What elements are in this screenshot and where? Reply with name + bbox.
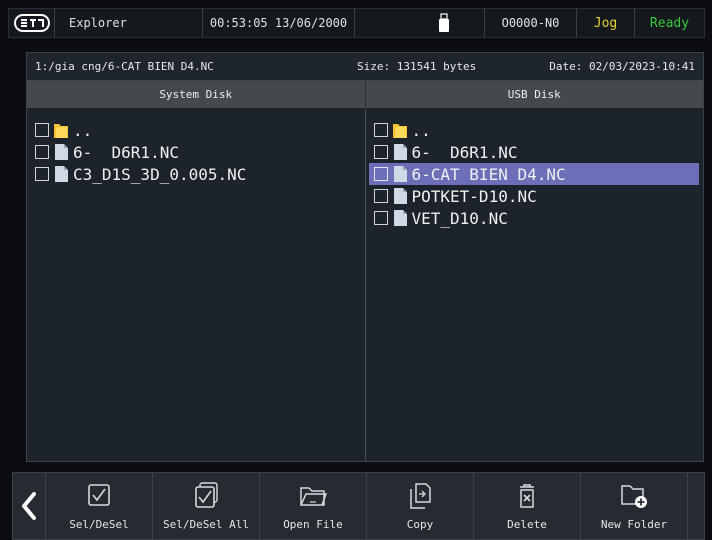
usb-file-row[interactable]: 6- D6R1.NC — [366, 141, 704, 163]
folder-icon — [53, 121, 69, 139]
file-size: Size: 131541 bytes — [357, 60, 477, 73]
file-name: 6-CAT BIEN D4.NC — [411, 164, 566, 184]
file-icon — [53, 165, 69, 183]
file-checkbox[interactable] — [373, 167, 388, 181]
datetime: 00:53:05 13/06/2000 — [203, 9, 355, 37]
usb-disk-list: .. 6- D6R1.NC 6-CAT BIEN D4.NC POTKET-D10.N… — [366, 109, 704, 461]
usb-disk-header: USB Disk — [507, 88, 561, 101]
usb-file-row[interactable]: VET_D10.NC — [366, 207, 704, 229]
file-icon — [392, 165, 408, 183]
status-bar: Explorer 00:53:05 13/06/2000 O0000-N0 Jo… — [8, 8, 705, 38]
trash-icon — [520, 484, 534, 508]
file-info-bar: 1:/gia cng/6-CAT BIEN D4.NC Size: 131541… — [27, 53, 703, 81]
file-checkbox[interactable] — [35, 123, 49, 137]
new-folder-icon — [621, 485, 647, 508]
file-checkbox[interactable] — [373, 211, 388, 225]
usb-file-row[interactable]: .. — [366, 119, 704, 141]
usb-drive-icon — [439, 13, 449, 32]
file-checkbox[interactable] — [35, 167, 49, 181]
new-folder-button[interactable]: New Folder — [581, 473, 688, 539]
system-file-row[interactable]: 6- D6R1.NC — [27, 141, 365, 163]
brand-logo-icon — [13, 14, 50, 32]
file-name: .. — [73, 120, 93, 140]
sel-desel-button[interactable]: Sel/DeSel — [46, 473, 153, 539]
copy-button[interactable]: Copy — [367, 473, 474, 539]
file-name: 6- D6R1.NC — [411, 142, 518, 162]
file-name: .. — [411, 120, 431, 140]
file-name: POTKET-D10.NC — [411, 186, 537, 206]
open-file-button[interactable]: Open File — [260, 473, 367, 539]
file-icon — [53, 143, 69, 161]
disk-headers: System Disk USB Disk — [27, 81, 703, 108]
chevron-left-icon — [22, 492, 36, 520]
file-name: 6- D6R1.NC — [73, 142, 179, 162]
file-checkbox[interactable] — [373, 145, 388, 159]
file-icon — [392, 209, 408, 227]
checkbox-stack-icon — [195, 482, 218, 508]
program-number: O0000-N0 — [485, 9, 577, 37]
usb-file-row-selected[interactable]: 6-CAT BIEN D4.NC — [368, 163, 699, 185]
usb-status — [355, 9, 485, 37]
checkbox-icon — [88, 484, 110, 506]
logo — [9, 9, 55, 37]
open-folder-icon — [300, 487, 328, 506]
folder-icon — [392, 121, 408, 139]
sel-desel-label: Sel/DeSel — [69, 518, 129, 531]
file-checkbox[interactable] — [35, 145, 49, 159]
system-disk-list: .. 6- D6R1.NC C3_D1S_3D_0.005.NC — [27, 109, 366, 461]
new-folder-label: New Folder — [600, 518, 668, 531]
back-button[interactable] — [13, 473, 46, 539]
system-disk-header: System Disk — [27, 81, 366, 108]
bottom-toolbar: Sel/DeSel Sel/DeSel All Open File Copy D… — [12, 472, 705, 540]
copy-icon — [410, 483, 431, 509]
sel-desel-all-button[interactable]: Sel/DeSel All — [153, 473, 260, 539]
usb-file-row[interactable]: POTKET-D10.NC — [366, 185, 704, 207]
state-indicator: Ready — [649, 15, 690, 31]
mode-indicator: Jog — [577, 9, 635, 37]
file-checkbox[interactable] — [373, 123, 388, 137]
file-checkbox[interactable] — [373, 189, 388, 203]
system-file-row[interactable]: C3_D1S_3D_0.005.NC — [27, 163, 365, 185]
file-date: Date: 02/03/2023-10:41 — [549, 60, 695, 73]
explorer-panel: 1:/gia cng/6-CAT BIEN D4.NC Size: 131541… — [26, 52, 704, 462]
delete-label: Delete — [507, 518, 547, 531]
app-title: Explorer — [55, 9, 203, 37]
file-path: 1:/gia cng/6-CAT BIEN D4.NC — [35, 60, 214, 73]
file-icon — [392, 143, 408, 161]
delete-button[interactable]: Delete — [474, 473, 581, 539]
open-file-label: Open File — [283, 518, 343, 531]
file-name: VET_D10.NC — [411, 208, 508, 228]
system-file-row[interactable]: .. — [27, 119, 365, 141]
file-name: C3_D1S_3D_0.005.NC — [73, 164, 247, 184]
sel-desel-all-label: Sel/DeSel All — [162, 518, 250, 531]
file-icon — [392, 187, 408, 205]
copy-label: Copy — [406, 518, 434, 531]
